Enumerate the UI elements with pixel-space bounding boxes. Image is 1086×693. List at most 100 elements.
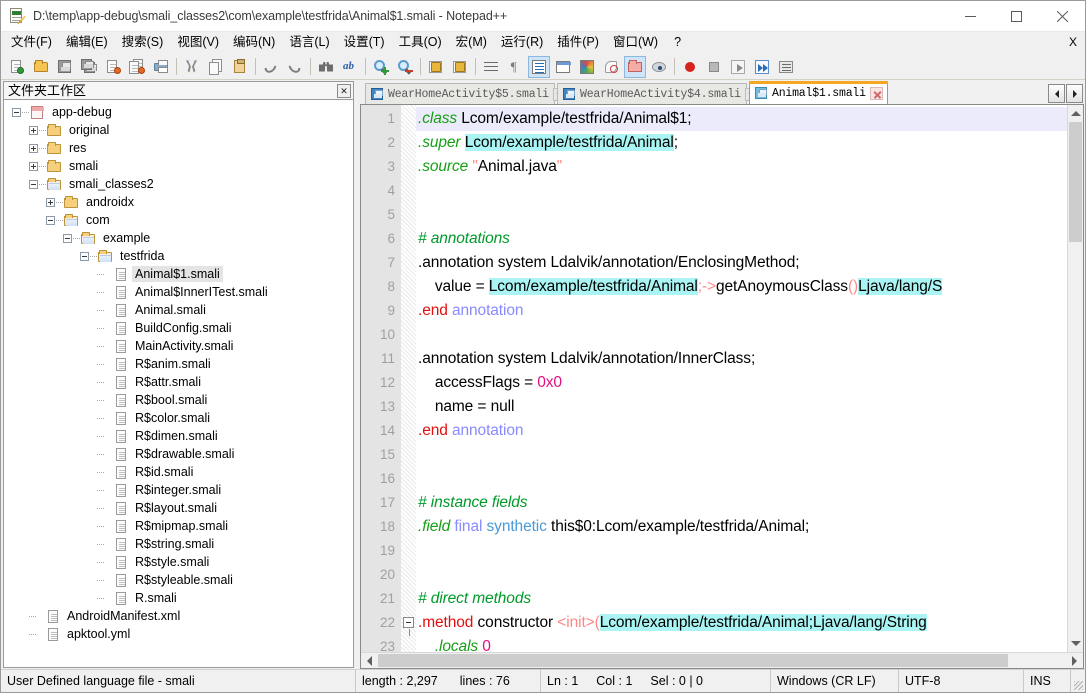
tab-scroll-left-button[interactable] xyxy=(1048,84,1065,103)
tree-item[interactable]: R$id.smali xyxy=(4,463,353,481)
tree-item[interactable]: R$mipmap.smali xyxy=(4,517,353,535)
tree-item[interactable]: androidx xyxy=(4,193,353,211)
workspace-tree[interactable]: app-debug original res smali smali_classes2 a… xyxy=(3,100,354,668)
menu-encoding[interactable]: 编码(N) xyxy=(226,33,282,53)
fold-slot[interactable] xyxy=(401,635,416,652)
code-line[interactable]: # annotations xyxy=(416,227,1083,251)
fold-slot[interactable] xyxy=(401,371,416,395)
tree-item[interactable]: smali_classes2 xyxy=(4,175,353,193)
maximize-button[interactable] xyxy=(993,1,1039,32)
tab-scroll-right-button[interactable] xyxy=(1066,84,1083,103)
collapse-icon[interactable] xyxy=(63,233,72,243)
menu-help[interactable]: ? xyxy=(665,33,690,53)
menu-macro[interactable]: 宏(M) xyxy=(449,33,494,53)
undo-button[interactable] xyxy=(260,56,282,78)
record-macro-button[interactable] xyxy=(679,56,701,78)
minimize-button[interactable] xyxy=(947,1,993,32)
code-line[interactable] xyxy=(416,467,1083,491)
tree-item[interactable]: R$integer.smali xyxy=(4,481,353,499)
copy-button[interactable] xyxy=(205,56,227,78)
menu-file[interactable]: 文件(F) xyxy=(4,33,59,53)
tree-item[interactable]: smali xyxy=(4,157,353,175)
play-macro-button[interactable] xyxy=(727,56,749,78)
word-wrap-button[interactable] xyxy=(480,56,502,78)
document-tab[interactable]: WearHomeActivity$5.smali xyxy=(365,83,566,104)
scroll-left-button[interactable] xyxy=(361,653,378,668)
fold-slot[interactable] xyxy=(401,203,416,227)
tree-item[interactable]: R.smali xyxy=(4,589,353,607)
code-line[interactable] xyxy=(416,563,1083,587)
code-line[interactable]: .super Lcom/example/testfrida/Animal; xyxy=(416,131,1083,155)
status-insert-mode[interactable]: INS xyxy=(1024,670,1071,692)
fold-slot[interactable] xyxy=(401,107,416,131)
expand-icon[interactable] xyxy=(29,143,38,153)
fold-slot[interactable] xyxy=(401,491,416,515)
code-editor[interactable]: 1 2 3 4 5 6 7 8 9 10 11 12 13 14 15 16 17 18 19 20 21 22 23 .c… xyxy=(360,104,1084,669)
status-eol-format[interactable]: Windows (CR LF) xyxy=(771,670,899,692)
close-icon[interactable]: ✕ xyxy=(337,84,351,98)
menu-tools[interactable]: 工具(O) xyxy=(392,33,449,53)
sync-horizontal-scroll-button[interactable] xyxy=(449,56,471,78)
tree-item[interactable]: R$layout.smali xyxy=(4,499,353,517)
collapse-icon[interactable] xyxy=(29,179,38,189)
folder-as-workspace-button[interactable] xyxy=(624,55,646,78)
tree-item[interactable]: AndroidManifest.xml xyxy=(4,607,353,625)
menu-plugins[interactable]: 插件(P) xyxy=(550,33,606,53)
tree-item[interactable]: R$color.smali xyxy=(4,409,353,427)
tree-item[interactable]: com xyxy=(4,211,353,229)
collapse-icon[interactable] xyxy=(12,107,21,117)
code-line[interactable]: .class Lcom/example/testfrida/Animal$1; xyxy=(416,107,1083,131)
tree-item[interactable]: original xyxy=(4,121,353,139)
code-line[interactable]: .locals 0 xyxy=(416,635,1083,652)
document-tab[interactable]: WearHomeActivity$4.smali xyxy=(557,83,758,104)
menu-window[interactable]: 窗口(W) xyxy=(606,33,665,53)
menu-view[interactable]: 视图(V) xyxy=(170,33,226,53)
tree-item[interactable]: res xyxy=(4,139,353,157)
fold-slot[interactable] xyxy=(401,611,416,636)
code-line[interactable]: # instance fields xyxy=(416,491,1083,515)
fold-slot[interactable] xyxy=(401,419,416,443)
fold-collapse-icon[interactable] xyxy=(403,617,414,636)
code-line[interactable]: value = Lcom/example/testfrida/Animal;->… xyxy=(416,275,1083,299)
tree-item[interactable]: example xyxy=(4,229,353,247)
sync-vertical-scroll-button[interactable] xyxy=(425,56,447,78)
fold-slot[interactable] xyxy=(401,131,416,155)
tree-item[interactable]: R$drawable.smali xyxy=(4,445,353,463)
document-tab[interactable]: Animal$1.smali xyxy=(749,81,888,104)
cut-button[interactable] xyxy=(181,56,203,78)
collapse-icon[interactable] xyxy=(46,215,55,225)
close-button[interactable] xyxy=(1039,1,1085,32)
horizontal-scroll-track[interactable] xyxy=(378,653,1066,668)
tree-item[interactable]: Animal$InnerITest.smali xyxy=(4,283,353,301)
find-button[interactable] xyxy=(315,56,337,78)
code-line[interactable]: name = null xyxy=(416,395,1083,419)
code-line[interactable] xyxy=(416,179,1083,203)
tree-item[interactable]: R$style.smali xyxy=(4,553,353,571)
show-all-characters-button[interactable]: ¶ xyxy=(504,56,526,78)
menu-search[interactable]: 搜索(S) xyxy=(115,33,171,53)
code-line[interactable] xyxy=(416,323,1083,347)
function-list-button[interactable] xyxy=(600,56,622,78)
fold-slot[interactable] xyxy=(401,251,416,275)
code-line[interactable]: accessFlags = 0x0 xyxy=(416,371,1083,395)
code-line[interactable] xyxy=(416,539,1083,563)
fold-slot[interactable] xyxy=(401,275,416,299)
run-macro-multiple-button[interactable] xyxy=(751,56,773,78)
print-button[interactable] xyxy=(150,56,172,78)
tree-item[interactable]: R$string.smali xyxy=(4,535,353,553)
horizontal-scrollbar[interactable] xyxy=(361,652,1083,668)
zoom-in-button[interactable] xyxy=(370,56,392,78)
fold-slot[interactable] xyxy=(401,395,416,419)
fold-slot[interactable] xyxy=(401,155,416,179)
horizontal-scroll-thumb[interactable] xyxy=(378,654,1008,667)
menu-settings[interactable]: 设置(T) xyxy=(337,33,392,53)
fold-slot[interactable] xyxy=(401,227,416,251)
open-file-button[interactable] xyxy=(30,56,52,78)
fold-slot[interactable] xyxy=(401,179,416,203)
scroll-right-button[interactable] xyxy=(1066,653,1083,668)
code-line[interactable]: .end annotation xyxy=(416,299,1083,323)
expand-icon[interactable] xyxy=(46,197,55,207)
tree-item[interactable]: Animal$1.smali xyxy=(4,265,353,283)
vertical-scroll-track[interactable] xyxy=(1068,122,1083,635)
close-all-files-button[interactable] xyxy=(126,56,148,78)
